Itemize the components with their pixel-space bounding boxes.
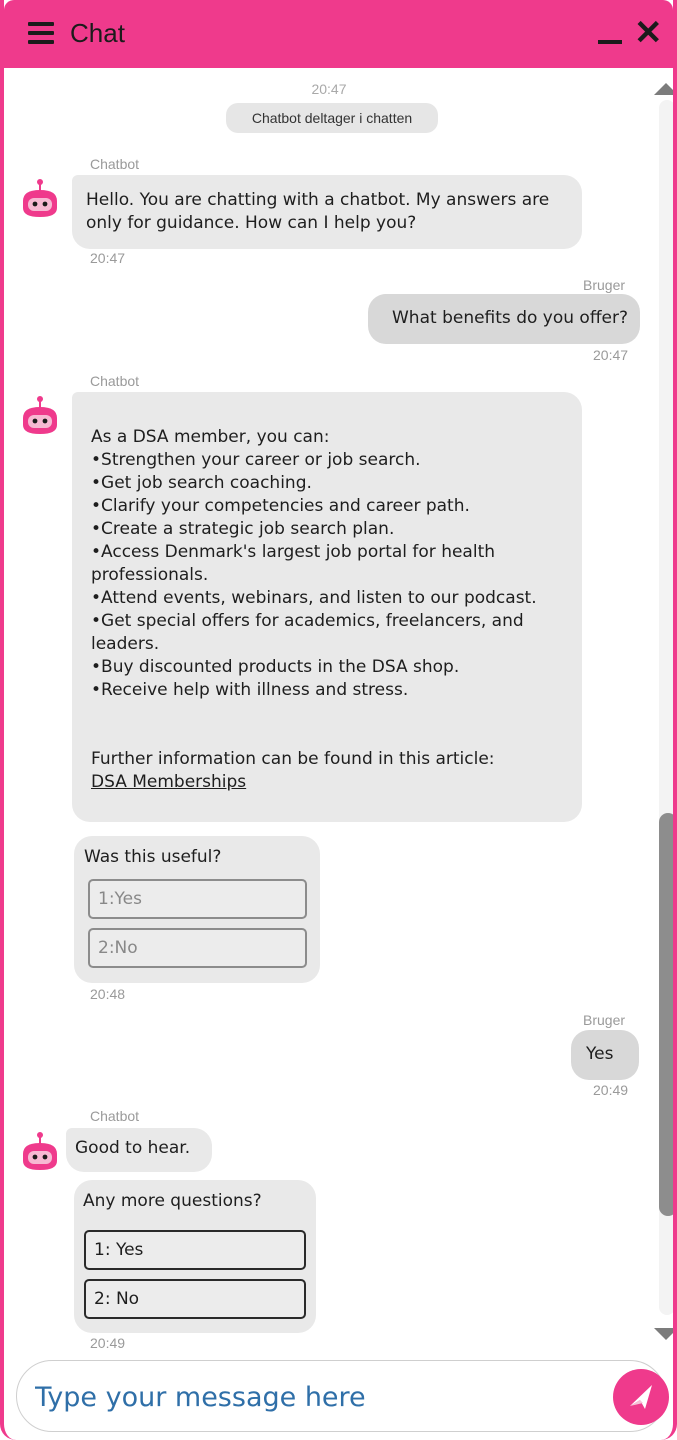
menu-icon[interactable]	[28, 22, 54, 44]
message-line: •Strengthen your career or job search.	[91, 450, 421, 470]
chat-title: Chat	[70, 18, 125, 48]
message-time: 20:49	[593, 1082, 629, 1098]
message-line: •Buy discounted products in the DSA shop…	[91, 657, 460, 677]
chatbot-avatar-icon	[23, 396, 57, 434]
chat-window: Chat ✕ 20:47 Chatbot deltager i chatten …	[0, 0, 677, 1440]
user-message: What benefits do you offer?	[368, 294, 640, 344]
message-line: •Clarify your competencies and career pa…	[91, 496, 470, 516]
sender-label: Chatbot	[90, 373, 140, 389]
sender-label: Bruger	[583, 1012, 626, 1028]
message-line: Further information can be found in this…	[91, 749, 495, 769]
send-icon	[630, 1385, 652, 1409]
chat-header: Chat ✕	[4, 0, 673, 68]
feedback-card: Was this useful? 1:Yes 2:No	[74, 836, 320, 983]
scroll-up-icon[interactable]	[654, 83, 673, 95]
message-line: •Get job search coaching.	[91, 473, 312, 493]
close-icon[interactable]: ✕	[634, 16, 663, 50]
system-time: 20:47	[311, 81, 347, 97]
message-input[interactable]	[35, 1369, 595, 1425]
sender-label: Chatbot	[90, 156, 140, 172]
message-line: •Attend events, webinars, and listen to …	[91, 588, 537, 608]
message-line: •Get special offers for academics, freel…	[91, 611, 524, 654]
feedback-yes-button[interactable]: 1:Yes	[88, 879, 307, 919]
sender-label: Chatbot	[90, 1108, 140, 1124]
user-message: Yes	[571, 1030, 639, 1080]
message-time: 20:47	[593, 347, 629, 363]
more-questions-no-button[interactable]: 2: No	[84, 1279, 306, 1319]
chatbot-avatar-icon	[23, 179, 57, 217]
send-button[interactable]	[613, 1369, 669, 1425]
message-composer	[16, 1360, 669, 1432]
more-questions-prompt: Any more questions?	[83, 1191, 262, 1211]
feedback-prompt: Was this useful?	[84, 847, 222, 867]
message-line: •Create a strategic job search plan.	[91, 519, 395, 539]
bot-message: Good to hear.	[66, 1128, 212, 1172]
more-questions-card: Any more questions? 1: Yes 2: No	[74, 1180, 316, 1333]
bot-message-benefits: As a DSA member, you can: •Strengthen yo…	[72, 392, 582, 822]
bot-message: Hello. You are chatting with a chatbot. …	[72, 175, 582, 249]
sender-label: Bruger	[583, 277, 626, 293]
chatbot-avatar-icon	[23, 1132, 57, 1170]
scroll-down-icon[interactable]	[654, 1328, 673, 1340]
message-line: •Access Denmark's largest job portal for…	[91, 542, 496, 585]
feedback-no-button[interactable]: 2:No	[88, 928, 307, 968]
scrollbar-thumb[interactable]	[659, 813, 673, 1216]
message-time: 20:48	[90, 986, 126, 1002]
message-list[interactable]: 20:47 Chatbot deltager i chatten Chatbot…	[4, 68, 654, 1351]
message-time: 20:49	[90, 1335, 126, 1351]
message-time: 20:47	[90, 250, 126, 266]
message-line: •Receive help with illness and stress.	[91, 680, 409, 700]
message-line: As a DSA member, you can:	[91, 427, 330, 447]
dsa-memberships-link[interactable]: DSA Memberships	[91, 771, 563, 794]
minimize-icon[interactable]	[598, 20, 624, 46]
more-questions-yes-button[interactable]: 1: Yes	[84, 1230, 306, 1270]
system-notice: Chatbot deltager i chatten	[226, 103, 438, 133]
